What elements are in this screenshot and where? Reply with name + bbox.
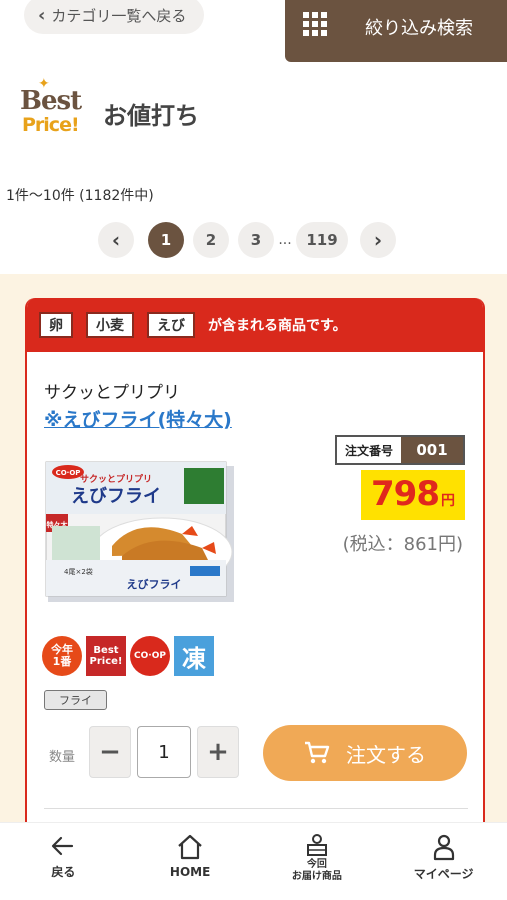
svg-text:CO·OP: CO·OP: [56, 469, 81, 477]
svg-text:えびフライ: えびフライ: [127, 577, 182, 591]
svg-text:えびフライ: えびフライ: [71, 486, 161, 507]
filter-search-button[interactable]: 絞り込み検索: [285, 0, 507, 62]
category-tag: フライ: [44, 690, 107, 710]
decrement-button[interactable]: −: [89, 726, 131, 778]
allergy-banner: 卵 小麦 えび が含まれる商品です。: [27, 298, 483, 352]
increment-button[interactable]: +: [197, 726, 239, 778]
pagination-ellipsis: ...: [278, 232, 292, 248]
tax-included-price: (税込：861円): [342, 534, 463, 555]
tab-mypage[interactable]: マイページ: [380, 823, 507, 900]
price-box: 798 円: [361, 470, 465, 520]
tab-home[interactable]: HOME: [127, 823, 254, 900]
prev-page-button[interactable]: ‹: [98, 222, 134, 258]
product-catchphrase: サクッとプリプリ: [44, 383, 180, 403]
svg-text:サクッとプリプリ: サクッとプリプリ: [80, 473, 152, 485]
cart-icon: [305, 741, 330, 764]
order-button-label: 注文する: [346, 742, 426, 767]
bottom-tab-bar: 戻る HOME 今回 お届け商品 マイページ: [0, 822, 507, 900]
filter-search-label: 絞り込み検索: [365, 18, 473, 39]
order-number-value: 001: [401, 437, 463, 463]
order-number: 注文番号 001: [335, 435, 465, 465]
price-value: 798: [371, 474, 440, 514]
allergen-tag: 卵: [39, 312, 73, 338]
best-price-logo: ✦ Best Price!: [20, 76, 82, 136]
product-image[interactable]: CO·OP サクッとプリプリ えびフライ 特々大 4尾×2袋 えびフライ: [42, 456, 238, 606]
next-page-button[interactable]: ›: [360, 222, 396, 258]
arrow-left-icon: [52, 836, 74, 856]
allergen-tag: えび: [147, 312, 195, 338]
back-to-categories-label: カテゴリ一覧へ戻る: [51, 6, 187, 25]
page-title: お値打ち: [103, 102, 199, 130]
product-card: 卵 小麦 えび が含まれる商品です。 サクッとプリプリ ※えびフライ(特々大) …: [25, 298, 485, 838]
order-number-label: 注文番号: [337, 437, 401, 463]
allergen-notice: が含まれる商品です。: [208, 318, 347, 334]
best-price-badge-icon: Best Price!: [86, 636, 126, 676]
page-1-button[interactable]: 1: [148, 222, 184, 258]
tab-back-label: 戻る: [51, 865, 76, 879]
quantity-stepper: − 1 +: [89, 726, 239, 778]
page-2-button[interactable]: 2: [193, 222, 229, 258]
coop-badge-icon: CO·OP: [130, 636, 170, 676]
svg-text:4尾×2袋: 4尾×2袋: [64, 567, 93, 576]
home-icon: [178, 834, 202, 860]
product-name-link[interactable]: ※えびフライ(特々大): [44, 405, 232, 432]
quantity-label: 数量: [49, 750, 76, 765]
tab-back[interactable]: 戻る: [0, 823, 127, 900]
chevron-left-icon: ‹: [38, 4, 46, 26]
frozen-badge-icon: 凍: [174, 636, 214, 676]
tab-delivery-label: 今回 お届け商品: [291, 859, 342, 882]
user-icon: [433, 834, 454, 861]
divider: [44, 808, 468, 809]
pagination: ‹ 1 2 3 ... 119 ›: [98, 222, 396, 258]
tab-mypage-label: マイページ: [413, 867, 474, 881]
grid-icon: [303, 12, 327, 36]
tab-delivery[interactable]: 今回 お届け商品: [254, 823, 381, 900]
delivery-box-icon: [306, 834, 327, 856]
tab-home-label: HOME: [169, 865, 211, 879]
order-button[interactable]: 注文する: [263, 725, 467, 781]
page-last-button[interactable]: 119: [296, 222, 348, 258]
result-count: 1件〜10件 (1182件中): [6, 188, 154, 204]
price-unit: 円: [440, 493, 455, 509]
product-badges: 今年 1番 Best Price! CO·OP 凍: [42, 636, 214, 676]
page-3-button[interactable]: 3: [238, 222, 274, 258]
allergen-tag: 小麦: [86, 312, 134, 338]
back-to-categories-button[interactable]: ‹ カテゴリ一覧へ戻る: [24, 0, 205, 34]
first-of-year-badge-icon: 今年 1番: [42, 636, 82, 676]
quantity-input[interactable]: 1: [137, 726, 191, 778]
